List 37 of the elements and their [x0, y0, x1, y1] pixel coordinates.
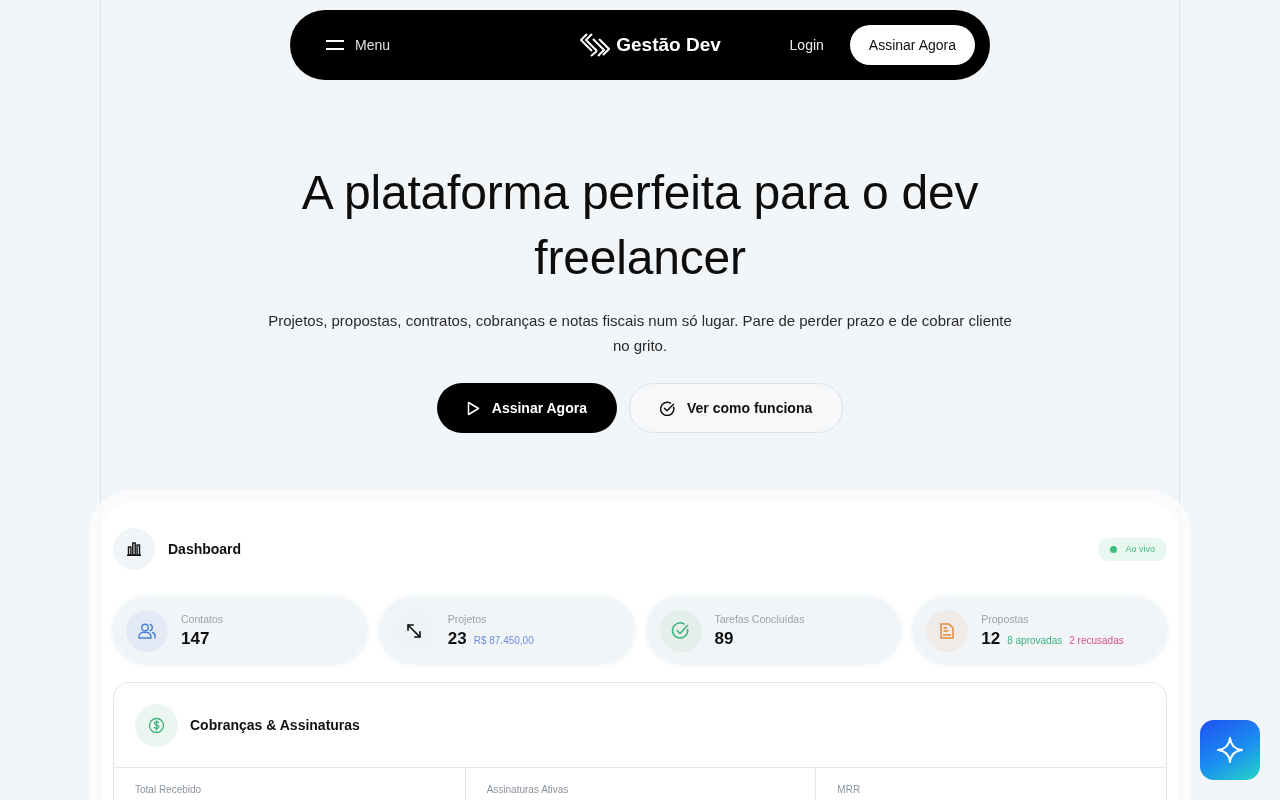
users-icon: [126, 609, 168, 652]
stat-value: 147: [181, 627, 210, 650]
logo-icon: [580, 32, 611, 58]
bar-chart-icon: [113, 528, 155, 570]
stat-note: 8 aprovadas: [1007, 634, 1063, 646]
stat-label: Contatos: [181, 611, 224, 626]
hero-subtitle: Projetos, propostas, contratos, cobranças e notas fiscais num só lugar. Pare de perder prazo e de cobrar cliente no grito.: [267, 311, 1013, 356]
menu-button[interactable]: Menu: [326, 33, 391, 57]
login-link[interactable]: Login: [789, 37, 824, 53]
dollar-coin-icon: [135, 703, 178, 747]
subscribe-button[interactable]: Assinar Agora: [849, 25, 975, 65]
stat-value: 89: [714, 627, 734, 650]
section-title: Cobranças & Assinaturas: [190, 717, 360, 733]
check-circle-icon: [659, 609, 702, 652]
menu-icon: [326, 40, 344, 50]
metric-label: MRR: [837, 784, 861, 796]
play-icon: [466, 400, 480, 416]
signup-button[interactable]: Assinar Agora: [436, 383, 617, 433]
panel-title: Dashboard: [168, 541, 242, 557]
stat-value: 12: [981, 627, 1001, 650]
stat-note: R$ 87.450,00: [473, 634, 534, 646]
demo-button[interactable]: Ver como funciona: [628, 383, 844, 433]
brand-logo[interactable]: Gestão Dev: [580, 32, 721, 58]
stat-note: 2 recusadas: [1069, 634, 1124, 646]
metric-label: Assinaturas Ativas: [486, 784, 569, 796]
stat-label: Tarefas Concluídas: [714, 611, 805, 626]
stat-label: Propostas: [981, 611, 1030, 626]
metric-label: Total Recebido: [135, 784, 202, 796]
stat-label: Projetos: [447, 611, 488, 626]
status-dot-icon: [1110, 545, 1118, 553]
status-label: Ao vivo: [1125, 544, 1155, 554]
sparkle-icon: [1216, 736, 1244, 764]
check-circle-icon: [659, 400, 675, 416]
assistant-button[interactable]: [1200, 720, 1260, 780]
document-icon: [926, 609, 969, 652]
stat-value: 23: [447, 627, 467, 650]
hero-title: A plataforma perfeita para o dev freelancer: [300, 165, 980, 286]
